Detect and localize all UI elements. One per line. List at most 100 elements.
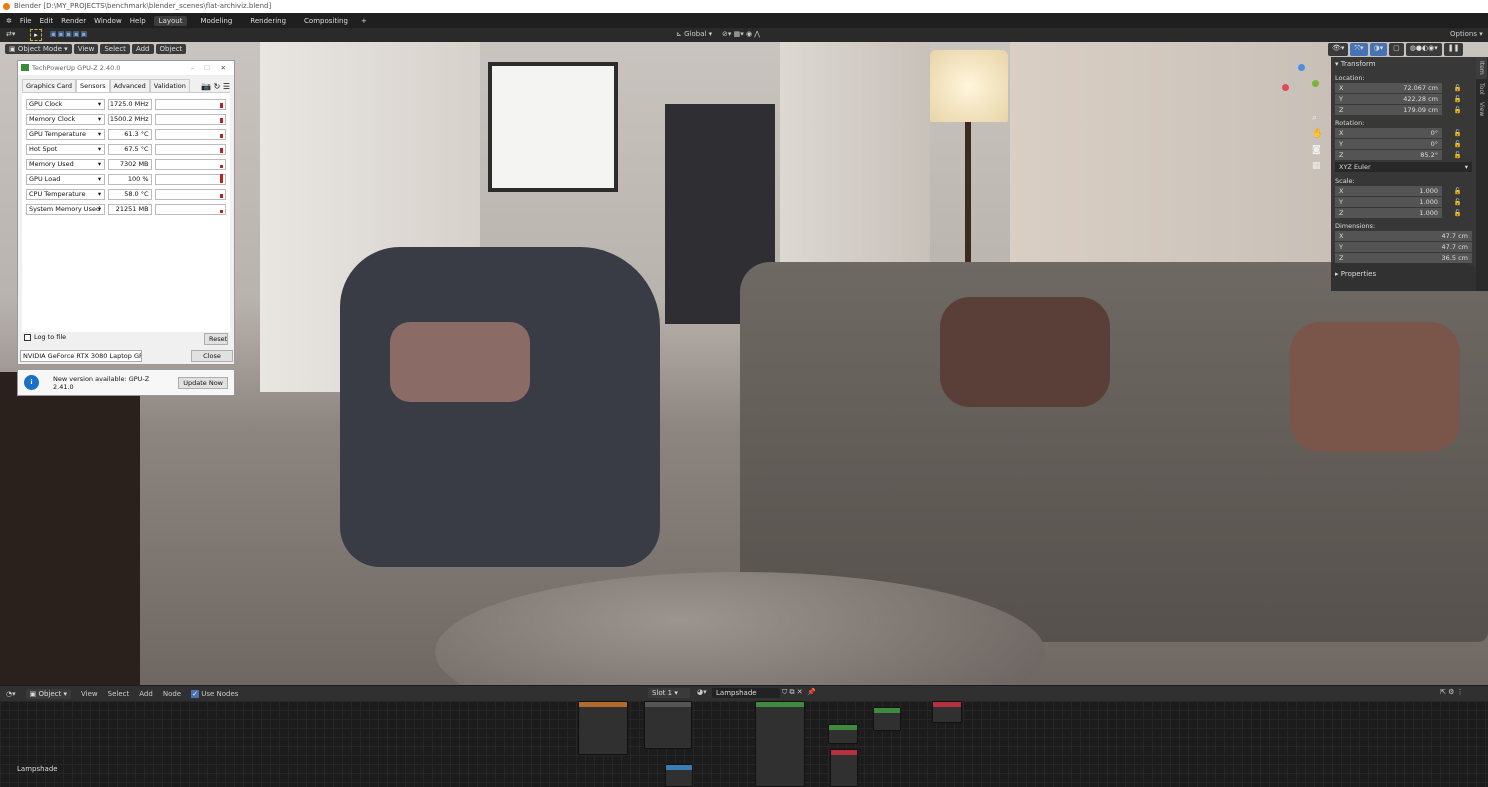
overlay-toggle-icon[interactable]: ◑▾	[1369, 43, 1388, 56]
viewport-menu-select[interactable]: Select	[100, 44, 130, 54]
use-nodes-checkbox[interactable]: ✓ Use Nodes	[191, 689, 238, 698]
material-name-field[interactable]: Lampshade	[712, 688, 780, 698]
scale-field-z[interactable]: Z 1.000 🔓	[1335, 208, 1462, 218]
gpu-select-dropdown[interactable]: NVIDIA GeForce RTX 3080 Laptop GPU	[20, 350, 142, 362]
scale-field-x[interactable]: X 1.000 🔓	[1335, 186, 1462, 196]
dimensions-field-z[interactable]: Z 36.5 cm	[1335, 253, 1472, 263]
tab-view[interactable]: View	[1476, 98, 1487, 120]
options-dropdown[interactable]: Options ▾	[1450, 30, 1483, 38]
visibility-icon[interactable]: 👁▾	[1328, 43, 1349, 56]
shading-modes-icon[interactable]: ◍●◐◉▾	[1405, 43, 1442, 56]
menu-file[interactable]: File	[20, 17, 32, 25]
dimensions-field-x[interactable]: X 47.7 cm	[1335, 231, 1472, 241]
select-tool-icon[interactable]: ▸	[30, 29, 42, 41]
transform-panel-header[interactable]: ▾ Transform	[1331, 57, 1476, 71]
camera-icon[interactable]: ◙	[1312, 142, 1324, 158]
shader-type-dropdown[interactable]: ▣ Object ▾	[25, 688, 72, 699]
grid-icon[interactable]: ▦	[1312, 158, 1324, 174]
gpuz-toolbar-icons[interactable]: 📷 ↻ ☰	[201, 82, 230, 91]
reset-button[interactable]: Reset	[204, 333, 228, 345]
image-texture-node[interactable]	[578, 701, 628, 755]
node-menu-select[interactable]: Select	[108, 690, 130, 698]
sensor-name-dropdown[interactable]: GPU Clock	[26, 99, 106, 110]
mix-shader-node[interactable]	[873, 707, 901, 731]
slot-dropdown[interactable]: Slot 1 ▾	[648, 688, 690, 698]
editor-type-icon[interactable]: ◔▾	[6, 690, 16, 698]
tab-validation[interactable]: Validation	[149, 79, 190, 92]
mode-dropdown[interactable]: ▣ Object Mode ▾	[5, 44, 72, 54]
location-field-x[interactable]: X 72.067 cm 🔓	[1335, 83, 1462, 93]
sensor-name-dropdown[interactable]: Memory Clock	[26, 114, 106, 125]
node-editor-canvas[interactable]: Lampshade	[0, 701, 1488, 787]
tab-tool[interactable]: Tool	[1476, 79, 1487, 99]
add-workspace-button[interactable]: +	[361, 17, 367, 25]
material-browse-icon[interactable]: ◕▾	[697, 688, 707, 696]
log-to-file-checkbox[interactable]: Log to file	[24, 333, 66, 341]
sensor-name-dropdown[interactable]: Memory Used	[26, 159, 106, 170]
rgb-curves-node[interactable]	[644, 701, 692, 749]
viewport-menu-object[interactable]: Object	[155, 44, 187, 54]
mapping-node[interactable]	[665, 764, 693, 787]
selection-mode-icons[interactable]: ▣▣▣▣▣	[50, 30, 88, 38]
menu-help[interactable]: Help	[130, 17, 146, 25]
transparent-bsdf-node[interactable]	[828, 724, 858, 744]
tab-compositing[interactable]: Compositing	[299, 16, 353, 26]
window-close-button[interactable]: ✕	[221, 61, 226, 75]
dimensions-field-y[interactable]: Y 47.7 cm	[1335, 242, 1472, 252]
properties-panel-header[interactable]: ▸ Properties	[1331, 264, 1476, 284]
pivot-snap-icons[interactable]: ⊘▾ ▦▾ ◉ ⋀	[722, 30, 760, 38]
principled-bsdf-node[interactable]	[755, 701, 805, 787]
viewport-shading-controls[interactable]: 👁▾ ⤧▾ ◑▾ ▢ ◍●◐◉▾ ❚❚	[1328, 43, 1464, 56]
tab-advanced[interactable]: Advanced	[109, 79, 150, 92]
viewport-menu-add[interactable]: Add	[131, 44, 154, 54]
transform-orientation-dropdown[interactable]: ⊾ Global ▾	[676, 30, 712, 38]
close-button[interactable]: Close	[191, 350, 233, 362]
sensor-name-dropdown[interactable]: System Memory Used	[26, 204, 106, 215]
pan-hand-icon[interactable]: ✋	[1312, 126, 1324, 142]
lock-icon[interactable]: 🔓	[1454, 139, 1462, 149]
node-menu-add[interactable]: Add	[139, 690, 153, 698]
editor-type-icon[interactable]: ⇄▾	[6, 30, 15, 38]
node-menu-view[interactable]: View	[81, 690, 98, 698]
sensor-name-dropdown[interactable]: GPU Temperature	[26, 129, 106, 140]
tab-modeling[interactable]: Modeling	[195, 16, 237, 26]
sensor-name-dropdown[interactable]: GPU Load	[26, 174, 106, 185]
viewport-menu-view[interactable]: View	[73, 44, 99, 54]
lock-icon[interactable]: 🔓	[1454, 128, 1462, 138]
node-menu-node[interactable]: Node	[163, 690, 181, 698]
lock-icon[interactable]: 🔓	[1454, 83, 1462, 93]
tab-graphics-card[interactable]: Graphics Card	[22, 79, 76, 92]
lock-icon[interactable]: 🔓	[1454, 150, 1462, 160]
lock-icon[interactable]: 🔓	[1454, 197, 1462, 207]
material-output-node[interactable]	[932, 701, 962, 723]
update-now-button[interactable]: Update Now	[178, 376, 228, 389]
menu-render[interactable]: Render	[61, 17, 86, 25]
rotation-field-x[interactable]: X 0° 🔓	[1335, 128, 1462, 138]
gizmo-toggle-icon[interactable]: ⤧▾	[1350, 43, 1368, 56]
maximize-button[interactable]: ☐	[204, 61, 210, 75]
rotation-mode-dropdown[interactable]: XYZ Euler ▾	[1335, 162, 1472, 172]
minimize-button[interactable]: –	[191, 61, 194, 75]
scale-field-y[interactable]: Y 1.000 🔓	[1335, 197, 1462, 207]
pause-icon[interactable]: ❚❚	[1443, 43, 1464, 56]
blender-menu-icon[interactable]: ✲	[6, 17, 12, 25]
xray-icon[interactable]: ▢	[1389, 43, 1404, 56]
lock-icon[interactable]: 🔓	[1454, 208, 1462, 218]
lock-icon[interactable]: 🔓	[1454, 105, 1462, 115]
lock-icon[interactable]: 🔓	[1454, 186, 1462, 196]
menu-edit[interactable]: Edit	[40, 17, 54, 25]
geometry-node[interactable]	[830, 749, 858, 787]
node-header-right-icons[interactable]: ⇱ ⚙ ⋮	[1440, 688, 1464, 696]
tab-layout[interactable]: Layout	[153, 15, 188, 26]
navigation-gizmo[interactable]	[1280, 64, 1320, 104]
menu-window[interactable]: Window	[94, 17, 122, 25]
zoom-icon[interactable]: ⌕	[1312, 110, 1324, 126]
sensor-name-dropdown[interactable]: CPU Temperature	[26, 189, 106, 200]
rotation-field-z[interactable]: Z 85.2° 🔓	[1335, 150, 1462, 160]
material-actions-icons[interactable]: ⛉ ⧉ ✕ 📌	[782, 688, 816, 697]
rotation-field-y[interactable]: Y 0° 🔓	[1335, 139, 1462, 149]
location-field-y[interactable]: Y 422.28 cm 🔓	[1335, 94, 1462, 104]
tab-item[interactable]: Item	[1476, 57, 1487, 79]
viewport-nav-buttons[interactable]: ⌕ ✋ ◙ ▦	[1312, 110, 1324, 174]
tab-sensors[interactable]: Sensors	[75, 79, 110, 92]
